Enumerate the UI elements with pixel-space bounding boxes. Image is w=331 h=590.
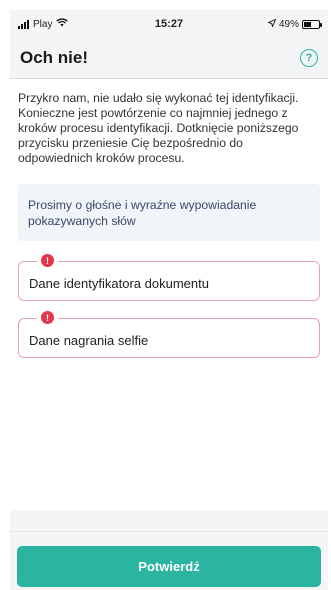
error-icon: ! — [41, 311, 54, 324]
error-item-label: Dane identyfikatora dokumentu — [29, 275, 209, 291]
confirm-button[interactable]: Potwierdź — [17, 546, 321, 587]
help-icon[interactable]: ? — [300, 49, 318, 67]
error-item-selfie[interactable]: ! Dane nagrania selfie — [18, 311, 320, 358]
battery-percent: 49% — [278, 18, 299, 30]
error-item-label: Dane nagrania selfie — [29, 332, 149, 348]
status-left: Play — [18, 18, 69, 30]
header: Och nie! ? — [10, 38, 328, 78]
battery-level — [304, 21, 311, 27]
hint-box: Prosimy o głośne i wyraźne wypowiadanie … — [18, 184, 320, 241]
error-legend: ! — [37, 311, 58, 324]
carrier-name: Play — [33, 18, 53, 30]
status-right: 49% — [267, 18, 322, 30]
page-title: Och nie! — [20, 48, 89, 67]
footer: Potwierdź — [10, 531, 328, 590]
battery-icon — [302, 19, 322, 29]
signal-icon — [18, 19, 29, 29]
status-bar: Play 15:27 49% — [10, 10, 328, 38]
error-icon: ! — [41, 254, 54, 267]
location-arrow-icon — [267, 18, 277, 30]
error-legend: ! — [37, 254, 58, 267]
error-item-document[interactable]: ! Dane identyfikatora dokumentu — [18, 254, 320, 301]
wifi-icon — [56, 18, 69, 30]
phone-screen: Play 15:27 49% Och nie! ? Przykro nam, n… — [10, 10, 328, 590]
error-message: Przykro nam, nie udało się wykonać tej i… — [18, 91, 299, 165]
main-content: Przykro nam, nie udało się wykonać tej i… — [10, 79, 328, 510]
hint-text: Prosimy o głośne i wyraźne wypowiadanie … — [28, 198, 257, 228]
